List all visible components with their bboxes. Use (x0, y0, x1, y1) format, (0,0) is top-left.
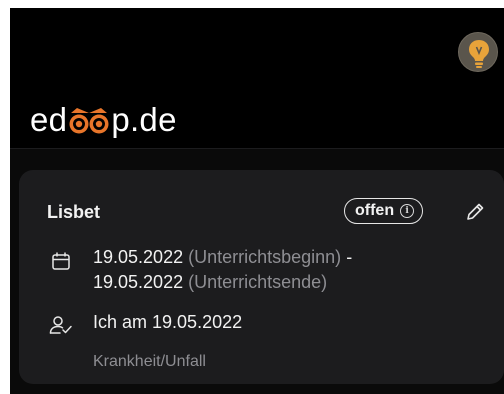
app-screen: ed p.de Lisbet offen i 19.05.2022 (Unter… (10, 8, 504, 394)
person-check-icon (49, 316, 72, 334)
header-divider (10, 148, 504, 149)
date-separator: - (346, 247, 353, 267)
user-avatar[interactable] (458, 32, 498, 72)
app-header: ed p.de (10, 8, 504, 148)
logo-suffix: p.de (111, 101, 177, 138)
status-label: offen (355, 202, 395, 219)
student-name: Lisbet (47, 202, 101, 222)
date-range-line-2: 19.05.2022 (Unterrichtsende) (93, 272, 327, 293)
edoop-logo: ed p.de (30, 102, 177, 138)
date-range-line-1: 19.05.2022 (Unterrichtsbeginn) - (93, 247, 352, 268)
absence-card[interactable]: Lisbet offen i 19.05.2022 (Unterrichtsbe… (19, 170, 504, 384)
start-note: (Unterrichtsbeginn) (188, 247, 342, 267)
end-date: 19.05.2022 (93, 272, 184, 292)
owl-eyes-icon (68, 106, 110, 136)
absence-reason: Krankheit/Unfall (93, 353, 206, 370)
end-note: (Unterrichtsende) (188, 272, 328, 292)
reported-by: Ich am 19.05.2022 (93, 312, 243, 332)
calendar-icon (52, 252, 70, 270)
pencil-icon[interactable] (464, 201, 486, 223)
start-date: 19.05.2022 (93, 247, 184, 267)
info-icon: i (400, 204, 415, 218)
lightbulb-icon (469, 40, 489, 68)
status-badge[interactable]: offen i (344, 198, 424, 224)
logo-prefix: ed (30, 101, 68, 138)
